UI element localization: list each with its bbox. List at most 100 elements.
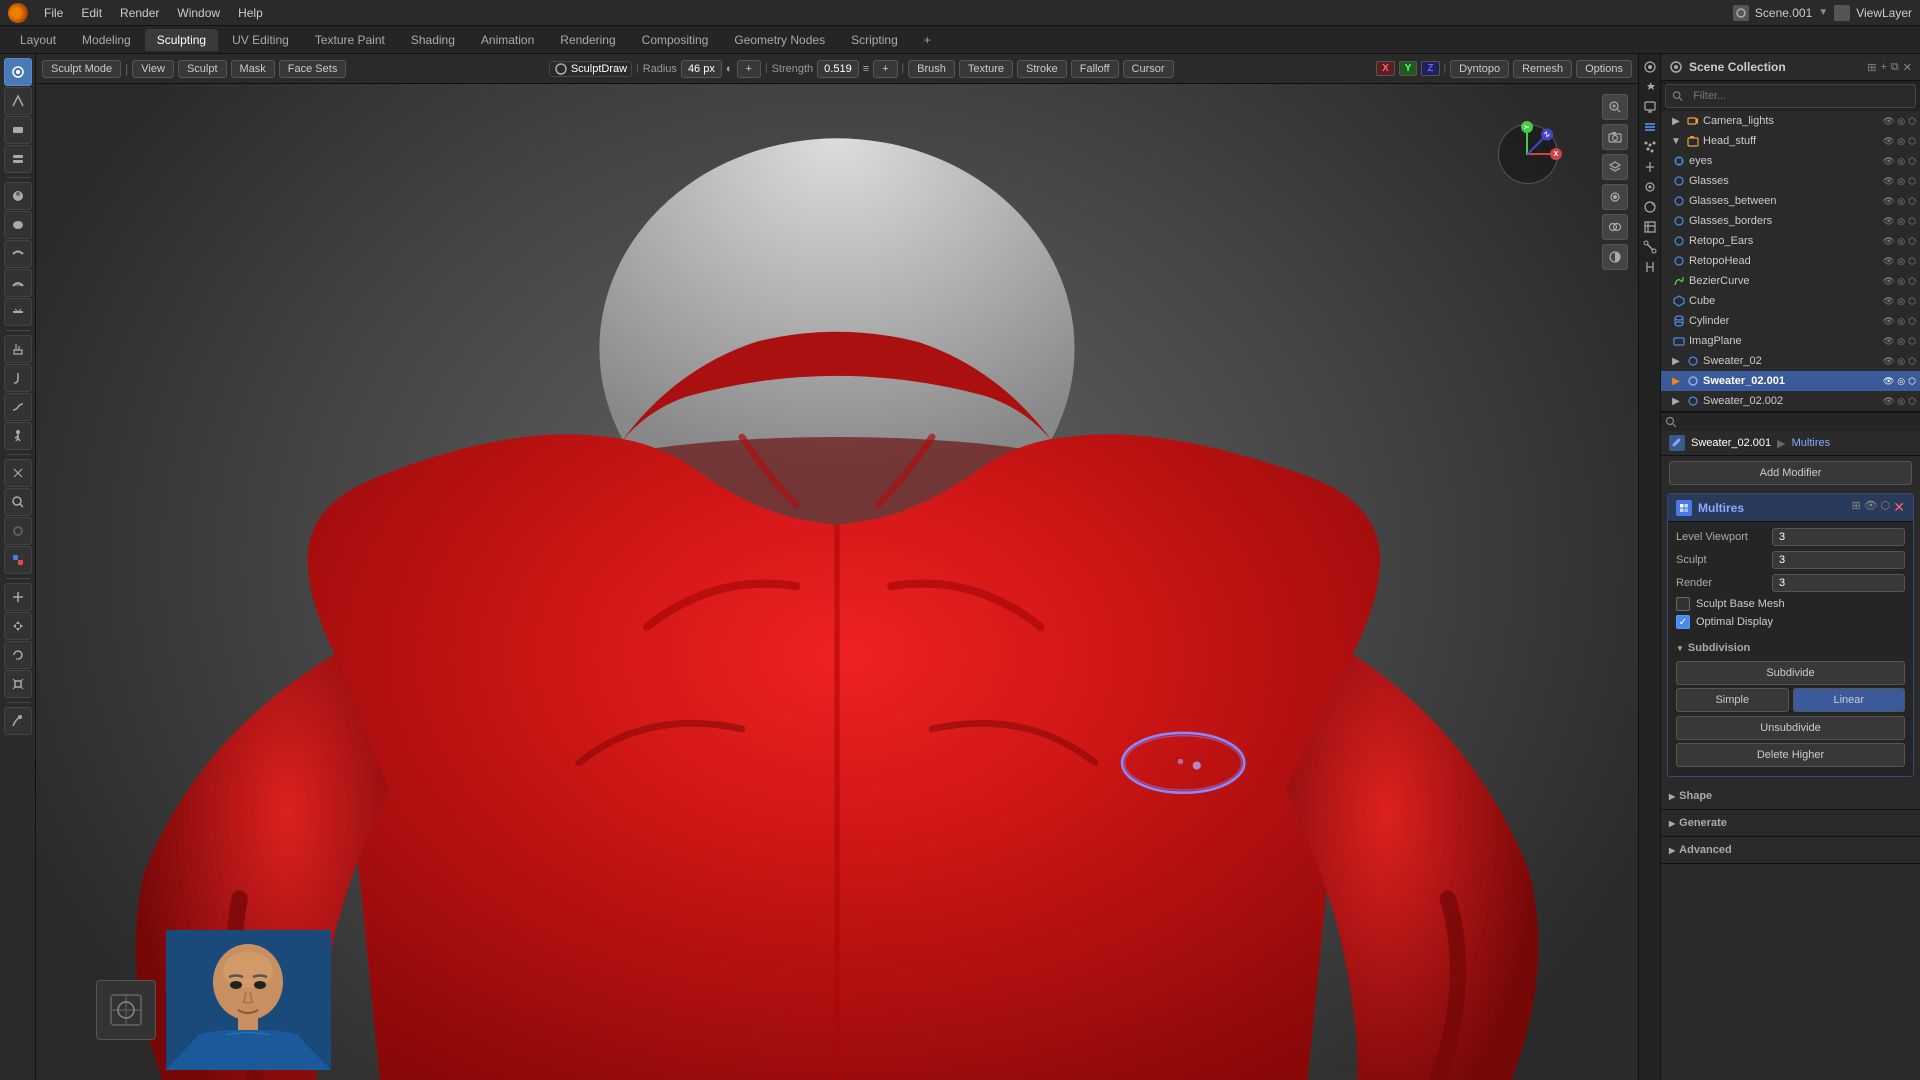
outliner-search-input[interactable] xyxy=(1687,87,1909,105)
cursor-btn[interactable]: Cursor xyxy=(1123,60,1174,78)
tool-flatten[interactable] xyxy=(4,298,32,326)
outliner-item-camera-lights[interactable]: ▶ Camera_lights 👁 ◎ ⬡ xyxy=(1661,111,1920,131)
render-value[interactable]: 3 xyxy=(1772,574,1905,592)
tool-mask[interactable] xyxy=(4,517,32,545)
subdivide-btn[interactable]: Subdivide xyxy=(1676,661,1905,685)
render-btn[interactable] xyxy=(1602,184,1628,210)
tool-transform[interactable] xyxy=(4,583,32,611)
tab-compositing[interactable]: Compositing xyxy=(630,29,721,51)
radius-value[interactable]: 46 px xyxy=(681,60,722,78)
item-render-btn[interactable]: ⬡ xyxy=(1908,136,1916,147)
scene-settings-icon[interactable] xyxy=(1834,5,1850,21)
tab-geometry-nodes[interactable]: Geometry Nodes xyxy=(722,29,837,51)
outliner-item-retopo-ears[interactable]: Retopo_Ears 👁 ◎ ⬡ xyxy=(1661,231,1920,251)
falloff-btn[interactable]: Falloff xyxy=(1071,60,1119,78)
item-select-btn[interactable]: ◎ xyxy=(1897,316,1905,327)
optimal-display-checkbox[interactable] xyxy=(1676,615,1690,629)
menu-render[interactable]: Render xyxy=(112,4,167,22)
item-eye-btn[interactable]: 👁 xyxy=(1883,376,1894,387)
item-select-btn[interactable]: ◎ xyxy=(1897,156,1905,167)
item-eye-btn[interactable]: 👁 xyxy=(1883,116,1894,127)
navigation-gizmo[interactable]: X Y Z xyxy=(1488,114,1578,204)
item-select-btn[interactable]: ◎ xyxy=(1897,276,1905,287)
item-select-btn[interactable]: ◎ xyxy=(1897,116,1905,127)
modifier-render-icon[interactable]: ⬡ xyxy=(1881,499,1891,516)
generate-section-title[interactable]: Generate xyxy=(1669,814,1912,832)
item-eye-btn[interactable]: 👁 xyxy=(1883,216,1894,227)
blender-logo-icon[interactable] xyxy=(8,3,28,23)
object-properties-icon[interactable] xyxy=(1641,178,1659,196)
unsubdivide-btn[interactable]: Unsubdivide xyxy=(1676,716,1905,740)
sculpt-base-mesh-checkbox[interactable] xyxy=(1676,597,1690,611)
item-render-btn[interactable]: ⬡ xyxy=(1908,196,1916,207)
outliner-item-imagplane[interactable]: ImagPlane 👁 ◎ ⬡ xyxy=(1661,331,1920,351)
outliner-item-eyes[interactable]: eyes 👁 ◎ ⬡ xyxy=(1661,151,1920,171)
particles-properties-icon[interactable] xyxy=(1641,138,1659,156)
tool-pinch[interactable] xyxy=(4,459,32,487)
bone-properties-icon[interactable] xyxy=(1641,238,1659,256)
tab-uv-editing[interactable]: UV Editing xyxy=(220,29,301,51)
tab-scripting[interactable]: Scripting xyxy=(839,29,910,51)
tool-thumb[interactable] xyxy=(4,393,32,421)
outliner-copy-btn[interactable]: ⧉ xyxy=(1891,61,1899,74)
item-render-btn[interactable]: ⬡ xyxy=(1908,156,1916,167)
shading-btn[interactable] xyxy=(1602,244,1628,270)
modifier-close-btn[interactable]: ✕ xyxy=(1893,499,1905,516)
menu-window[interactable]: Window xyxy=(169,4,228,22)
item-render-btn[interactable]: ⬡ xyxy=(1908,256,1916,267)
outliner-item-sweater-02-002[interactable]: ▶ Sweater_02.002 👁 ◎ ⬡ xyxy=(1661,391,1920,411)
simple-btn[interactable]: Simple xyxy=(1676,688,1789,712)
linear-btn[interactable]: Linear xyxy=(1793,688,1906,712)
sculpt-value[interactable]: 3 xyxy=(1772,551,1905,569)
outliner-item-glasses-between[interactable]: Glasses_between 👁 ◎ ⬡ xyxy=(1661,191,1920,211)
item-select-btn[interactable]: ◎ xyxy=(1897,176,1905,187)
item-eye-btn[interactable]: 👁 xyxy=(1883,196,1894,207)
tab-add[interactable]: + xyxy=(912,29,943,51)
item-eye-btn[interactable]: 👁 xyxy=(1883,296,1894,307)
tool-scale[interactable] xyxy=(4,670,32,698)
stroke-btn[interactable]: Stroke xyxy=(1017,60,1067,78)
item-render-btn[interactable]: ⬡ xyxy=(1908,376,1916,387)
dyntopo-btn[interactable]: Dyntopo xyxy=(1450,60,1509,78)
outliner-item-cylinder[interactable]: Cylinder 👁 ◎ ⬡ xyxy=(1661,311,1920,331)
tab-sculpting[interactable]: Sculpting xyxy=(145,29,218,51)
item-select-btn[interactable]: ◎ xyxy=(1897,396,1905,407)
overlay-btn[interactable] xyxy=(1602,214,1628,240)
tool-blob[interactable] xyxy=(4,211,32,239)
outliner-item-head-stuff[interactable]: ▼ Head_stuff 👁 ◎ ⬡ xyxy=(1661,131,1920,151)
shape-section-title[interactable]: Shape xyxy=(1669,787,1912,805)
item-render-btn[interactable]: ⬡ xyxy=(1908,116,1916,127)
tab-texture-paint[interactable]: Texture Paint xyxy=(303,29,397,51)
radius-adjust-icon[interactable]: ◐ xyxy=(726,63,733,75)
outliner-settings-btn[interactable]: ✕ xyxy=(1903,61,1912,74)
layers-btn[interactable] xyxy=(1602,154,1628,180)
options-btn[interactable]: Options xyxy=(1576,60,1632,78)
item-render-btn[interactable]: ⬡ xyxy=(1908,356,1916,367)
advanced-section-title[interactable]: Advanced xyxy=(1669,841,1912,859)
axis-x-btn[interactable]: X xyxy=(1376,61,1395,76)
modifier-expand-icon[interactable]: ⊞ xyxy=(1851,499,1860,516)
item-eye-btn[interactable]: 👁 xyxy=(1883,316,1894,327)
item-eye-btn[interactable]: 👁 xyxy=(1883,356,1894,367)
outliner-item-glasses[interactable]: Glasses 👁 ◎ ⬡ xyxy=(1661,171,1920,191)
item-eye-btn[interactable]: 👁 xyxy=(1883,156,1894,167)
scene-dropdown-icon[interactable]: ▼ xyxy=(1818,7,1828,18)
delete-higher-btn[interactable]: Delete Higher xyxy=(1676,743,1905,767)
item-render-btn[interactable]: ⬡ xyxy=(1908,276,1916,287)
item-eye-btn[interactable]: 👁 xyxy=(1883,136,1894,147)
modifier-visibility-icon[interactable]: 👁 xyxy=(1864,499,1878,516)
axis-z-btn[interactable]: Z xyxy=(1421,61,1439,76)
item-render-btn[interactable]: ⬡ xyxy=(1908,396,1916,407)
item-eye-btn[interactable]: 👁 xyxy=(1883,176,1894,187)
item-render-btn[interactable]: ⬡ xyxy=(1908,236,1916,247)
face-overlay-icon[interactable] xyxy=(96,980,156,1040)
tool-clay[interactable] xyxy=(4,116,32,144)
radius-add-btn[interactable]: + xyxy=(737,60,761,78)
item-select-btn[interactable]: ◎ xyxy=(1897,256,1905,267)
tool-sculpt-draw[interactable] xyxy=(4,58,32,86)
menu-help[interactable]: Help xyxy=(230,4,271,22)
tool-draw-face-sets[interactable] xyxy=(4,546,32,574)
strength-value[interactable]: 0.519 xyxy=(817,60,859,78)
axis-y-btn[interactable]: Y xyxy=(1399,61,1418,76)
item-select-btn[interactable]: ◎ xyxy=(1897,356,1905,367)
